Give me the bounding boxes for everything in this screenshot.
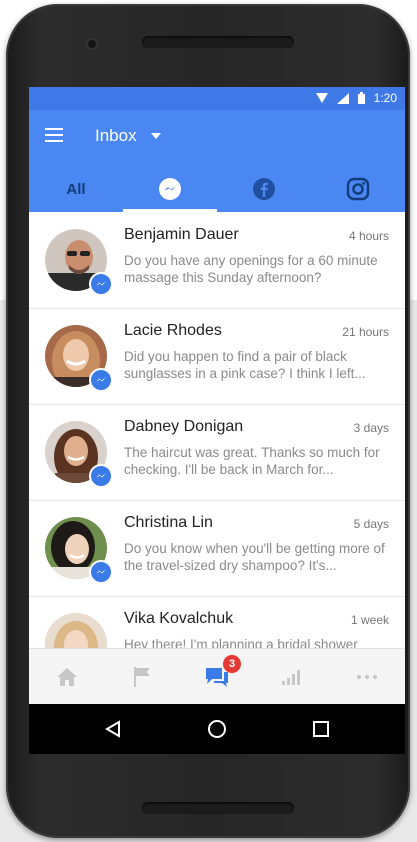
back-button[interactable] — [83, 704, 143, 754]
messenger-badge-icon — [89, 464, 113, 488]
contact-name: Vika Kovalchuk — [124, 610, 234, 627]
nav-more[interactable] — [329, 649, 404, 705]
home-circle-icon — [208, 720, 226, 738]
app-bar: Inbox — [29, 110, 405, 166]
conversation-row[interactable]: Vika Kovalchuk 1 week Hey there! I'm pla… — [29, 596, 405, 648]
android-navigation-bar — [29, 704, 405, 754]
hamburger-menu-icon[interactable] — [45, 128, 63, 142]
message-time: 5 days — [353, 517, 389, 531]
recents-square-icon — [313, 721, 329, 737]
avatar — [45, 613, 107, 648]
tab-instagram[interactable] — [311, 166, 405, 212]
messages-badge: 3 — [223, 655, 241, 673]
contact-name: Benjamin Dauer — [124, 226, 239, 243]
messenger-icon — [159, 178, 181, 200]
inbox-title[interactable]: Inbox — [95, 126, 137, 146]
conversation-row[interactable]: Benjamin Dauer 4 hours Do you have any o… — [29, 212, 405, 309]
tab-messenger[interactable] — [123, 166, 217, 212]
conversation-row[interactable]: Dabney Donigan 3 days The haircut was gr… — [29, 404, 405, 501]
tab-all[interactable]: All — [29, 166, 123, 212]
message-preview: Do you know when you'll be getting more … — [124, 541, 385, 573]
insights-icon — [281, 670, 300, 685]
back-triangle-icon — [105, 720, 120, 738]
messenger-badge-icon — [89, 560, 113, 584]
filter-tabs: All — [29, 166, 405, 212]
conversation-list[interactable]: Benjamin Dauer 4 hours Do you have any o… — [29, 212, 405, 648]
bottom-speaker — [142, 802, 294, 814]
wifi-icon — [315, 93, 328, 103]
message-preview: Did you happen to find a pair of black s… — [124, 349, 366, 381]
status-bar: 1:20 — [29, 87, 405, 110]
message-time: 21 hours — [342, 325, 389, 339]
recents-button[interactable] — [291, 704, 351, 754]
nav-insights[interactable] — [254, 649, 329, 705]
message-preview: Do you have any openings for a 60 minute… — [124, 253, 378, 285]
message-time: 3 days — [353, 421, 389, 435]
contact-name: Dabney Donigan — [124, 418, 244, 435]
conversation-row[interactable]: Christina Lin 5 days Do you know when yo… — [29, 500, 405, 597]
phone-screen: 1:20 Inbox All Benjamin Dauer 4 hours Do… — [29, 87, 405, 754]
bottom-navigation: 3 — [29, 648, 405, 705]
flag-icon — [133, 667, 150, 687]
front-camera — [86, 38, 98, 50]
cell-signal-icon — [336, 92, 349, 104]
message-time: 4 hours — [348, 229, 389, 243]
conversation-row[interactable]: Lacie Rhodes 21 hours Did you happen to … — [29, 308, 405, 405]
contact-name: Lacie Rhodes — [124, 322, 222, 339]
message-time: 1 week — [350, 613, 389, 627]
nav-pages[interactable] — [104, 649, 179, 705]
facebook-icon — [253, 178, 275, 200]
instagram-icon — [346, 177, 370, 201]
contact-name: Christina Lin — [124, 514, 213, 531]
top-speaker — [142, 36, 294, 48]
more-icon — [356, 675, 377, 679]
messenger-badge-icon — [89, 272, 113, 296]
messenger-badge-icon — [89, 368, 113, 392]
nav-messages[interactable] — [179, 649, 254, 705]
home-button[interactable] — [187, 704, 247, 754]
message-preview: The haircut was great. Thanks so much fo… — [124, 445, 380, 477]
caret-down-icon[interactable] — [151, 133, 161, 139]
tab-facebook[interactable] — [217, 166, 311, 212]
message-preview: Hey there! I'm planning a bridal shower — [124, 637, 358, 648]
battery-icon — [357, 92, 365, 104]
nav-home[interactable] — [29, 649, 104, 705]
clock: 1:20 — [373, 91, 397, 105]
home-icon — [56, 668, 77, 686]
